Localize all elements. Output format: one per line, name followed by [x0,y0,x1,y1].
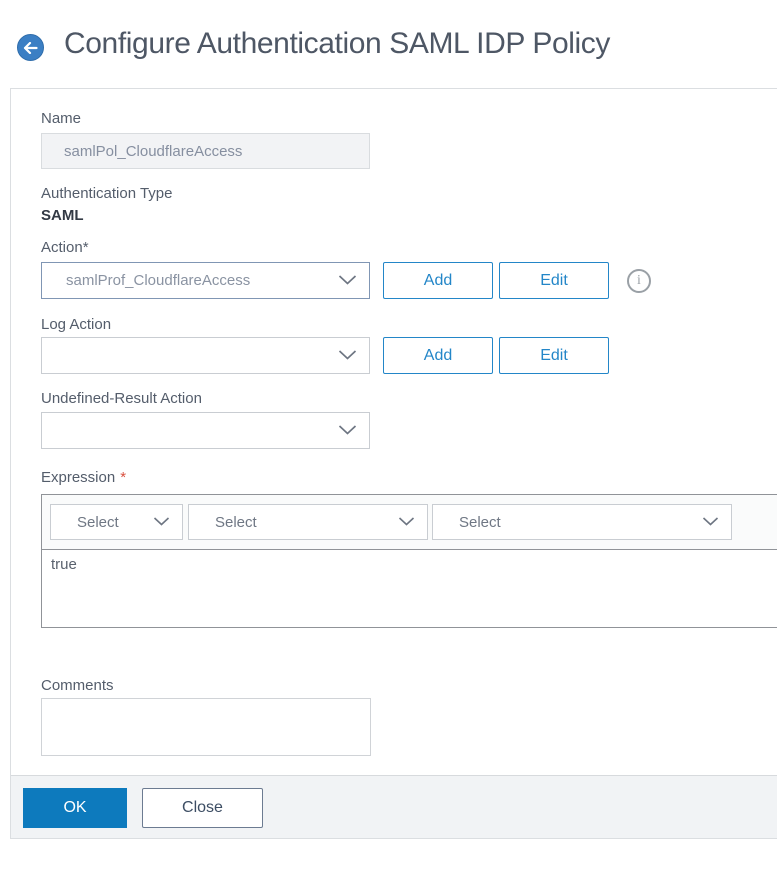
undefined-result-action-select[interactable] [41,412,370,449]
expression-select-3[interactable]: Select [432,504,732,540]
action-add-button[interactable]: Add [383,262,493,299]
chevron-down-icon [702,514,719,531]
required-asterisk: * [120,469,127,486]
chevron-down-icon [338,272,357,289]
name-value: samlPol_CloudflareAccess [64,142,243,160]
expression-editor: Select Select Select true [41,494,777,628]
info-icon[interactable]: i [627,269,651,293]
comments-textarea[interactable] [41,698,371,756]
undefined-result-action-label: Undefined-Result Action [41,390,202,407]
arrow-left-icon [23,41,38,54]
action-edit-button[interactable]: Edit [499,262,609,299]
chevron-down-icon [153,514,170,531]
action-select-value: samlProf_CloudflareAccess [66,272,251,289]
page-title: Configure Authentication SAML IDP Policy [64,27,610,60]
action-select[interactable]: samlProf_CloudflareAccess [41,262,370,299]
expression-select-1-value: Select [77,513,119,531]
authentication-type-label: Authentication Type [41,185,173,202]
configure-saml-idp-policy-page: Configure Authentication SAML IDP Policy… [0,0,777,877]
form-panel: Name samlPol_CloudflareAccess Authentica… [10,88,777,839]
close-button[interactable]: Close [142,788,263,828]
expression-select-3-value: Select [459,513,501,531]
chevron-down-icon [338,347,357,364]
log-action-edit-button[interactable]: Edit [499,337,609,374]
footer-bar: OK Close [11,775,777,838]
log-action-add-button[interactable]: Add [383,337,493,374]
chevron-down-icon [398,514,415,531]
expression-toolbar: Select Select Select [42,495,777,550]
expression-select-2-value: Select [215,513,257,531]
expression-select-2[interactable]: Select [188,504,428,540]
name-input: samlPol_CloudflareAccess [41,133,370,169]
expression-textarea[interactable]: true [42,550,777,627]
expression-label: Expression * [41,469,126,486]
expression-select-1[interactable]: Select [50,504,183,540]
log-action-select[interactable] [41,337,370,374]
name-label: Name [41,110,82,127]
ok-button[interactable]: OK [23,788,127,828]
log-action-label: Log Action [41,316,112,333]
comments-label: Comments [41,677,114,694]
authentication-type-value: SAML [41,207,84,224]
back-button[interactable] [17,34,44,61]
action-label: Action* [41,239,89,256]
chevron-down-icon [338,422,357,439]
expression-label-text: Expression [41,469,116,486]
